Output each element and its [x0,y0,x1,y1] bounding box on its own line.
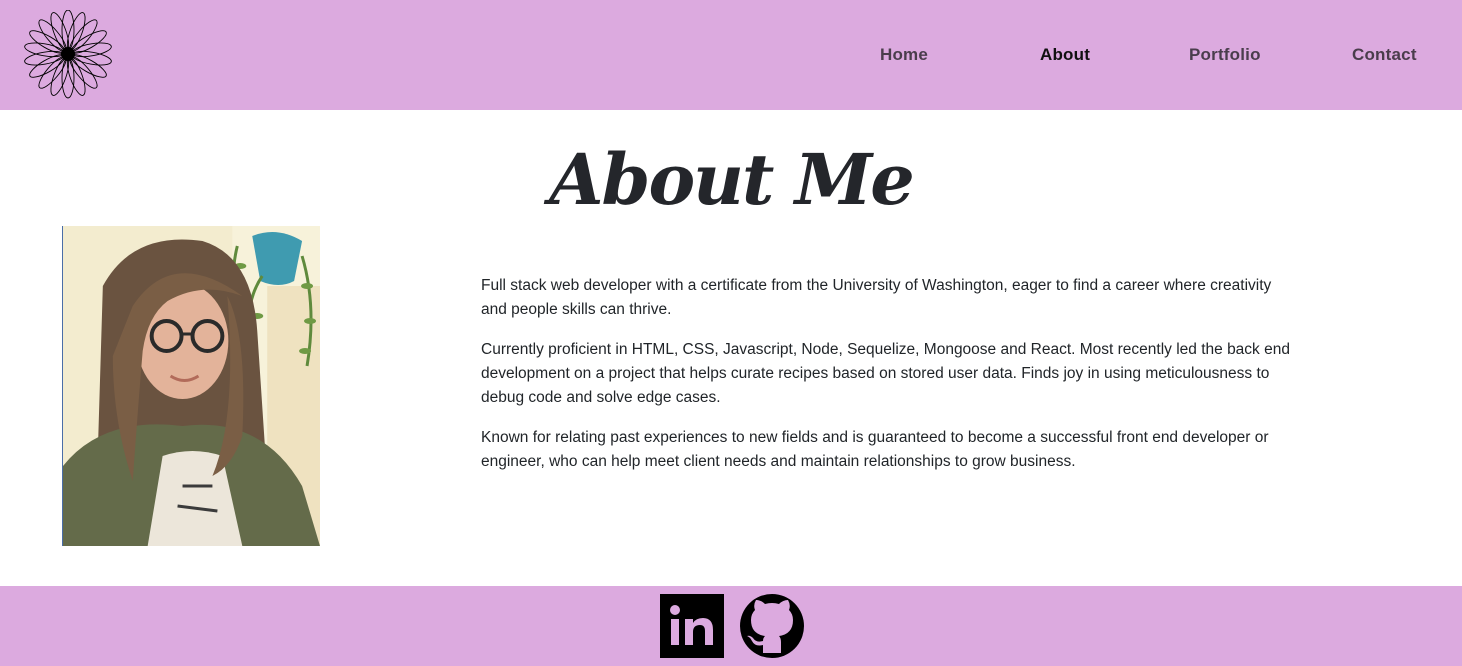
bio-paragraph: Currently proficient in HTML, CSS, Javas… [481,341,1290,406]
site-header: Home About Portfolio Contact [0,0,1462,110]
profile-photo [62,226,320,546]
page-title: About Me [549,138,915,221]
nav-portfolio-link[interactable]: Portfolio [1189,44,1261,66]
linkedin-icon[interactable] [660,594,724,658]
nav-contact-link[interactable]: Contact [1352,44,1417,66]
daisy-flower-icon[interactable] [22,10,114,100]
github-icon[interactable] [739,593,805,659]
nav-about-link[interactable]: About [1040,44,1090,66]
nav-home-link[interactable]: Home [880,44,928,66]
site-footer [0,586,1462,666]
bio-paragraph: Known for relating past experiences to n… [481,429,1269,470]
bio-paragraph: Full stack web developer with a certific… [481,277,1272,318]
bio-section: Full stack web developer with a certific… [481,274,1301,490]
